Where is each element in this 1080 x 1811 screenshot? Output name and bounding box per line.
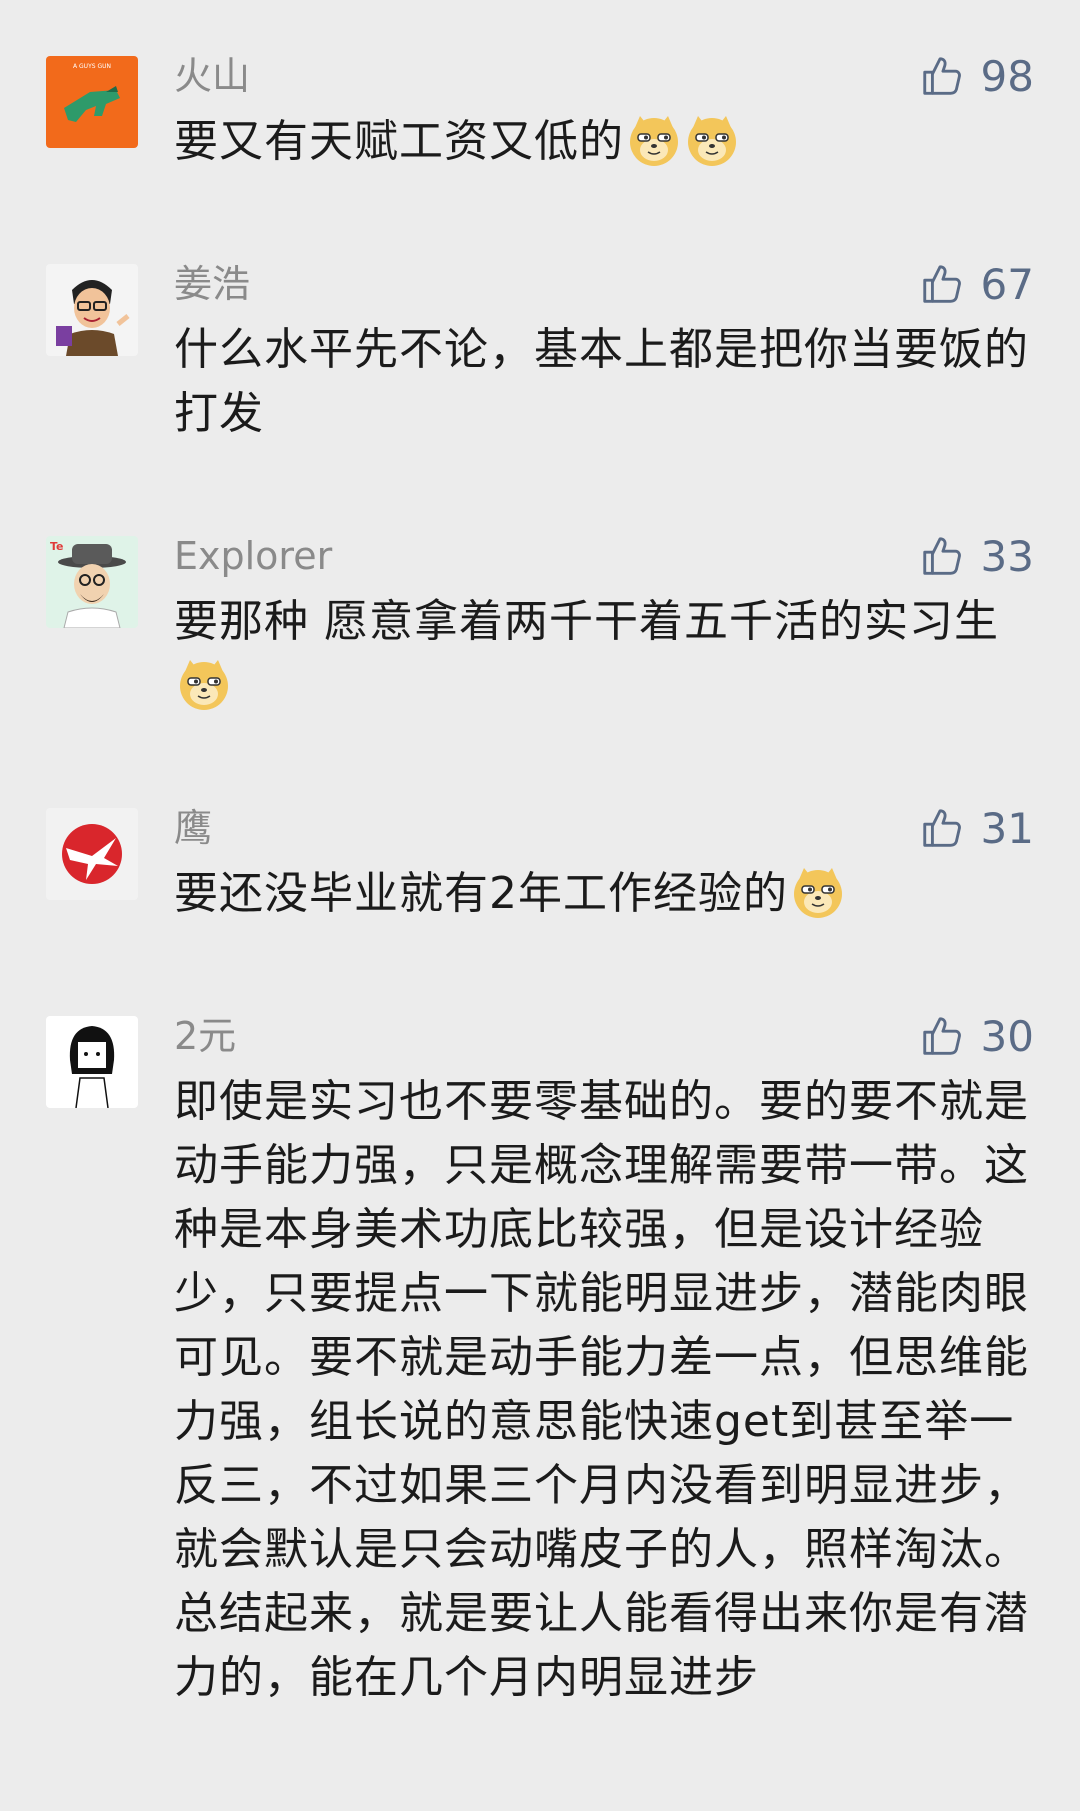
- avatar-eagle-logo-image: [46, 808, 138, 900]
- commenter-name[interactable]: 姜浩: [174, 262, 250, 306]
- doge-emoji-icon: [684, 112, 740, 168]
- thumbs-up-icon: [922, 57, 961, 95]
- doge-emoji-icon: [626, 112, 682, 168]
- thumbs-up-icon: [922, 809, 961, 847]
- avatar[interactable]: [46, 808, 138, 900]
- comment-text-content: 要还没毕业就有2年工作经验的: [174, 868, 788, 919]
- like-count: 30: [980, 1011, 1034, 1061]
- commenter-name[interactable]: 2元: [174, 1014, 236, 1058]
- like-button[interactable]: 67: [919, 259, 1034, 309]
- comment-text: 什么水平先不论，基本上都是把你当要饭的打发: [174, 318, 1034, 446]
- thumbs-up-icon: [922, 1017, 961, 1055]
- thumbs-up-icon: [922, 265, 961, 303]
- doge-emoji-icon: [176, 656, 232, 712]
- avatar-hat-man-image: Te: [46, 536, 138, 628]
- avatar-water-gun-image: A GUYS GUN: [46, 56, 138, 148]
- avatar-cartoon-man-image: [46, 264, 138, 356]
- thumbs-up-icon: [922, 537, 961, 575]
- like-count: 31: [980, 803, 1034, 853]
- avatar[interactable]: [46, 264, 138, 356]
- comment-text-content: 要那种 愿意拿着两千干着五千活的实习生: [174, 596, 999, 647]
- avatar[interactable]: Te: [46, 536, 138, 628]
- like-count: 67: [980, 259, 1034, 309]
- comment-text: 要那种 愿意拿着两千干着五千活的实习生: [174, 590, 1034, 718]
- avatar[interactable]: A GUYS GUN: [46, 56, 138, 148]
- svg-text:A GUYS GUN: A GUYS GUN: [73, 63, 111, 70]
- comment-text: 要又有天赋工资又低的: [174, 110, 1034, 174]
- avatar[interactable]: [46, 1016, 138, 1108]
- like-button[interactable]: 31: [919, 803, 1034, 853]
- comment-text: 要还没毕业就有2年工作经验的: [174, 862, 1034, 926]
- like-button[interactable]: 98: [919, 51, 1034, 101]
- comment-text-content: 什么水平先不论，基本上都是把你当要饭的打发: [174, 324, 1029, 439]
- commenter-name[interactable]: Explorer: [174, 534, 332, 578]
- commenter-name[interactable]: 火山: [174, 54, 250, 98]
- avatar-girl-sketch-image: [46, 1016, 138, 1108]
- comment-text-content: 即使是实习也不要零基础的。要的要不就是动手能力强，只是概念理解需要带一带。这种是…: [174, 1076, 1029, 1703]
- comment-text: 即使是实习也不要零基础的。要的要不就是动手能力强，只是概念理解需要带一带。这种是…: [174, 1070, 1034, 1710]
- commenter-name[interactable]: 鹰: [174, 806, 212, 850]
- like-button[interactable]: 33: [919, 531, 1034, 581]
- svg-text:Te: Te: [50, 540, 64, 553]
- comment-text-content: 要又有天赋工资又低的: [174, 116, 624, 167]
- like-count: 33: [980, 531, 1034, 581]
- doge-emoji-icon: [790, 864, 846, 920]
- like-count: 98: [980, 51, 1034, 101]
- like-button[interactable]: 30: [919, 1011, 1034, 1061]
